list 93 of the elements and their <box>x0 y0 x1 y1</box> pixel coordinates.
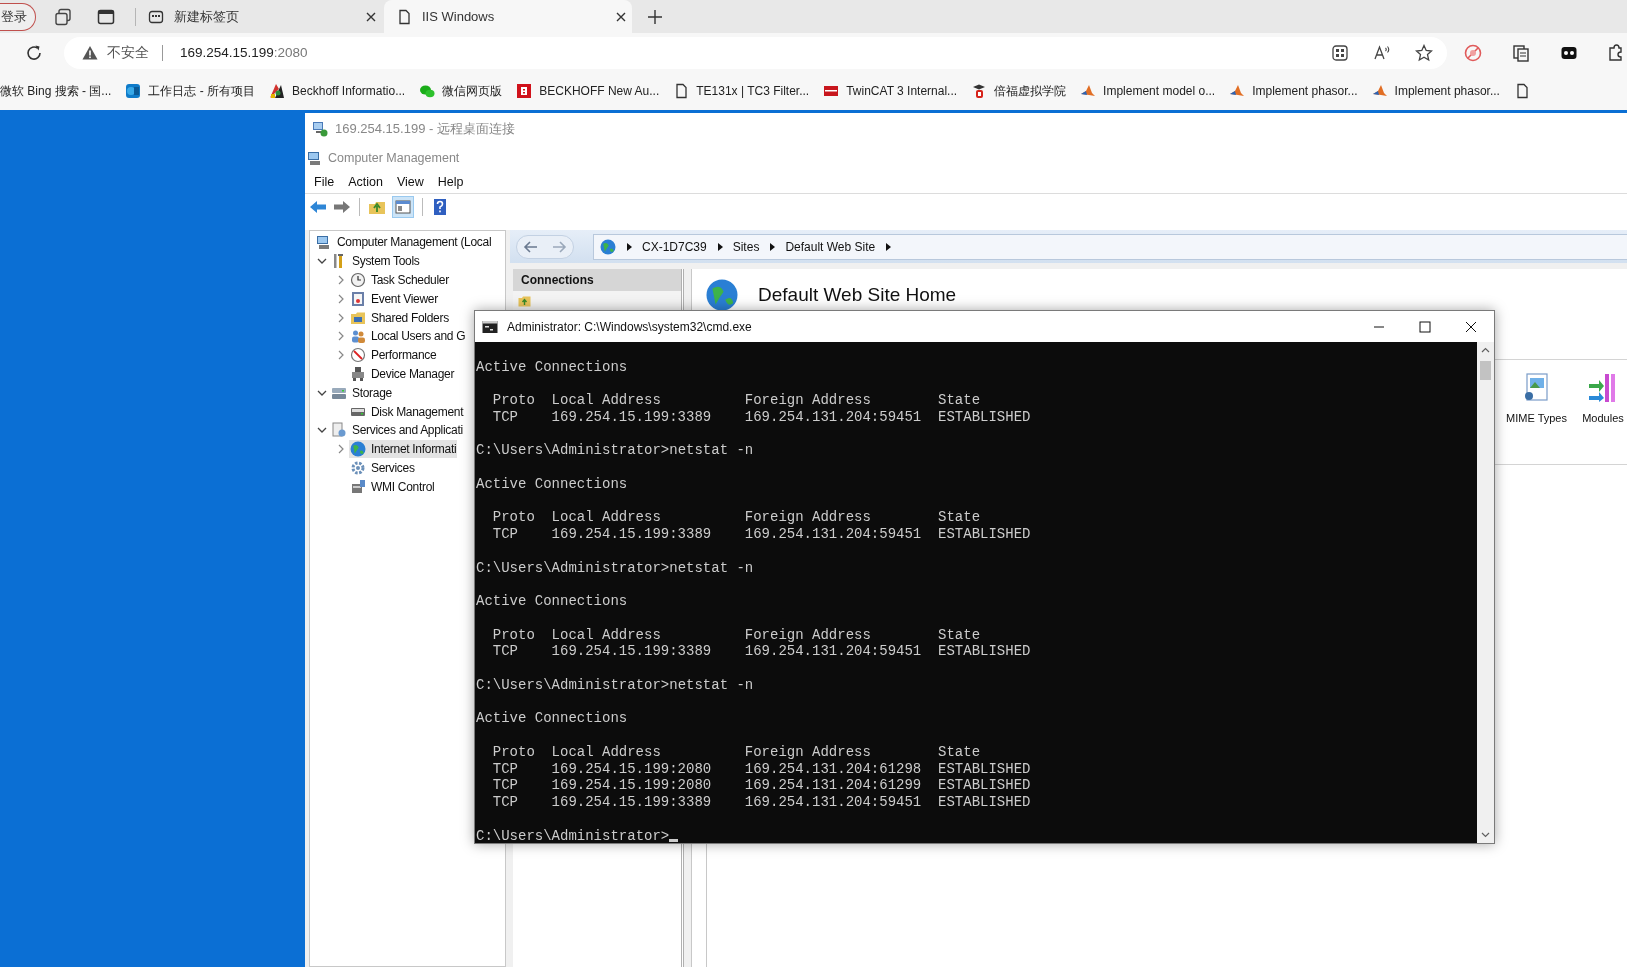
column-header: Foreign Address <box>744 743 871 761</box>
column-header: Foreign Address <box>744 509 871 527</box>
feature-item[interactable]: Modules <box>1579 360 1627 464</box>
command-line: C:\Users\Administrator>netstat -n <box>476 442 754 460</box>
column-header: State <box>938 509 981 527</box>
tree-item[interactable]: Performance <box>349 346 438 365</box>
column-header: State <box>938 392 981 409</box>
table-cell: 169.254.15.199:2080 <box>551 760 712 778</box>
table-cell: 169.254.131.204:61299 <box>744 777 922 795</box>
pane-header: Connections <box>513 269 681 291</box>
command-line: C:\Users\Administrator>netstat -n <box>476 676 754 694</box>
page-title: Default Web Site Home <box>758 284 957 306</box>
column-header: Local Address <box>551 743 661 761</box>
table-cell: 169.254.15.199:3389 <box>551 643 712 661</box>
feature-item[interactable]: MIME Types <box>1506 360 1567 464</box>
table-cell: ESTABLISHED <box>938 643 1031 661</box>
bookmark[interactable]: TE131x | TC3 Filter... <box>673 83 810 99</box>
table-cell: TCP <box>492 794 518 811</box>
menu-item[interactable]: Action <box>348 175 383 189</box>
breadcrumb-item[interactable]: Sites <box>732 239 760 254</box>
column-header: State <box>938 626 981 644</box>
window-title: 169.254.15.199 - 远程桌面连接 <box>335 120 515 138</box>
command-line: C:\Users\Administrator>netstat -n <box>476 559 754 577</box>
column-header: Proto <box>492 743 535 761</box>
column-header: Local Address <box>551 392 661 409</box>
column-header: Proto <box>492 626 535 644</box>
breadcrumb-item[interactable]: Default Web Site <box>785 239 876 254</box>
table-cell: 169.254.15.199:3389 <box>551 526 712 543</box>
column-header: Proto <box>492 509 535 527</box>
security-label[interactable]: 不安全 <box>107 43 149 62</box>
table-cell: 169.254.15.199:2080 <box>551 777 712 795</box>
column-header: Local Address <box>551 509 661 527</box>
tree-item[interactable]: Event Viewer <box>349 289 439 308</box>
tree-item[interactable]: Services and Applicati <box>330 421 464 440</box>
bookmark[interactable]: Implement phasor... <box>1371 83 1500 99</box>
bookmark[interactable]: Implement phasor... <box>1229 83 1358 99</box>
column-header: Foreign Address <box>744 626 871 644</box>
output-line: Active Connections <box>476 358 628 376</box>
tree-item[interactable]: Local Users and G <box>349 327 467 346</box>
bookmark[interactable]: Implement model o... <box>1080 83 1216 99</box>
tree-item[interactable]: Task Scheduler <box>349 271 450 289</box>
command-line: C:\Users\Administrator> <box>476 827 670 843</box>
column-header: Local Address <box>551 626 661 644</box>
table-cell: 169.254.131.204:59451 <box>744 526 922 543</box>
column-header: State <box>938 743 981 761</box>
bookmark[interactable]: TwinCAT 3 Internal... <box>823 83 958 99</box>
table-cell: ESTABLISHED <box>938 526 1031 543</box>
table-cell: TCP <box>492 760 518 778</box>
tree-item[interactable]: Computer Management (Local <box>315 233 493 252</box>
tab[interactable]: IIS Windows <box>384 0 632 33</box>
table-cell: ESTABLISHED <box>938 794 1031 811</box>
bookmark[interactable]: 微信网页版 <box>419 82 503 100</box>
bookmark[interactable]: 微软 Bing 搜索 - 国... <box>0 82 112 100</box>
table-cell: TCP <box>492 643 518 661</box>
table-cell: 169.254.15.199:3389 <box>551 408 712 426</box>
tree-item[interactable]: Internet Informati <box>349 440 458 459</box>
table-cell: 169.254.131.204:61298 <box>744 760 922 778</box>
table-cell: ESTABLISHED <box>938 777 1031 795</box>
menu-item[interactable]: View <box>396 175 424 189</box>
bookmark[interactable]: Beckhoff Informatio... <box>269 83 406 99</box>
output-line: Active Connections <box>476 593 628 610</box>
table-cell: 169.254.131.204:59451 <box>744 643 922 661</box>
tree-item[interactable]: Device Manager <box>349 364 456 383</box>
url-text: 169.254.15.199:2080 <box>180 45 309 60</box>
bookmark[interactable]: BECKHOFF New Au... <box>516 83 660 99</box>
window-title: Administrator: C:\Windows\system32\cmd.exe <box>507 319 753 334</box>
column-header: Foreign Address <box>744 392 871 409</box>
address-field[interactable]: 不安全 169.254.15.199:2080 <box>64 36 1447 69</box>
menu-item[interactable]: File <box>314 175 335 189</box>
column-header: Proto <box>492 392 535 409</box>
tree-item[interactable]: System Tools <box>330 252 421 271</box>
table-cell: 169.254.15.199:3389 <box>551 794 712 811</box>
tree-item[interactable]: Storage <box>330 383 393 402</box>
table-cell: TCP <box>492 408 518 426</box>
table-cell: 169.254.131.204:59451 <box>744 408 922 426</box>
tree-item[interactable]: Services <box>349 458 416 477</box>
tab[interactable]: 新建标签页 <box>139 0 382 33</box>
tree-item[interactable]: WMI Control <box>349 477 436 496</box>
output-line: Active Connections <box>476 710 628 728</box>
table-cell: ESTABLISHED <box>938 408 1031 426</box>
tree-item[interactable]: Shared Folders <box>349 308 450 327</box>
table-cell: TCP <box>492 526 518 543</box>
output-line: Active Connections <box>476 475 628 493</box>
menu-item[interactable]: Help <box>437 175 464 189</box>
table-cell: TCP <box>492 777 518 795</box>
bookmark[interactable]: 工作日志 - 所有项目 <box>125 82 256 100</box>
table-cell: 169.254.131.204:59451 <box>744 794 922 811</box>
table-cell: ESTABLISHED <box>938 760 1031 778</box>
tree-item[interactable]: Disk Management <box>349 402 465 421</box>
sign-in-button[interactable]: 登录 <box>0 2 36 31</box>
breadcrumb-item[interactable]: CX-1D7C39 <box>642 239 707 254</box>
window-title: Computer Management <box>328 151 460 165</box>
bookmark[interactable]: 倍福虚拟学院 <box>971 82 1067 100</box>
